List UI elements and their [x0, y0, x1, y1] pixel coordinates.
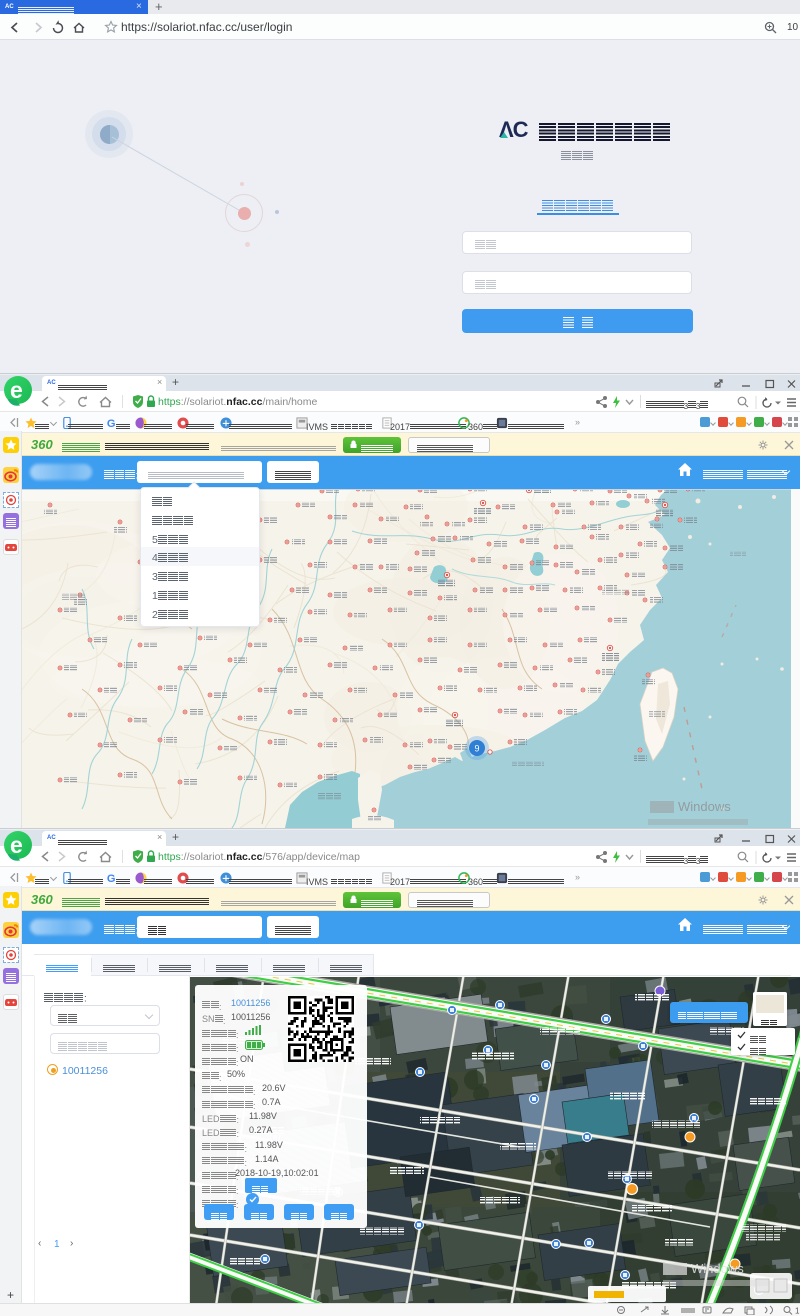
svg-text:Windows: Windows [691, 1261, 744, 1276]
svg-text:G: G [107, 418, 116, 429]
svg-text:e: e [10, 377, 23, 403]
svg-text:Windows: Windows [678, 799, 731, 814]
svg-text:G: G [107, 873, 116, 884]
svg-text:9: 9 [474, 744, 479, 754]
svg-text:e: e [10, 832, 23, 858]
svg-text:1: 1 [795, 1307, 800, 1316]
